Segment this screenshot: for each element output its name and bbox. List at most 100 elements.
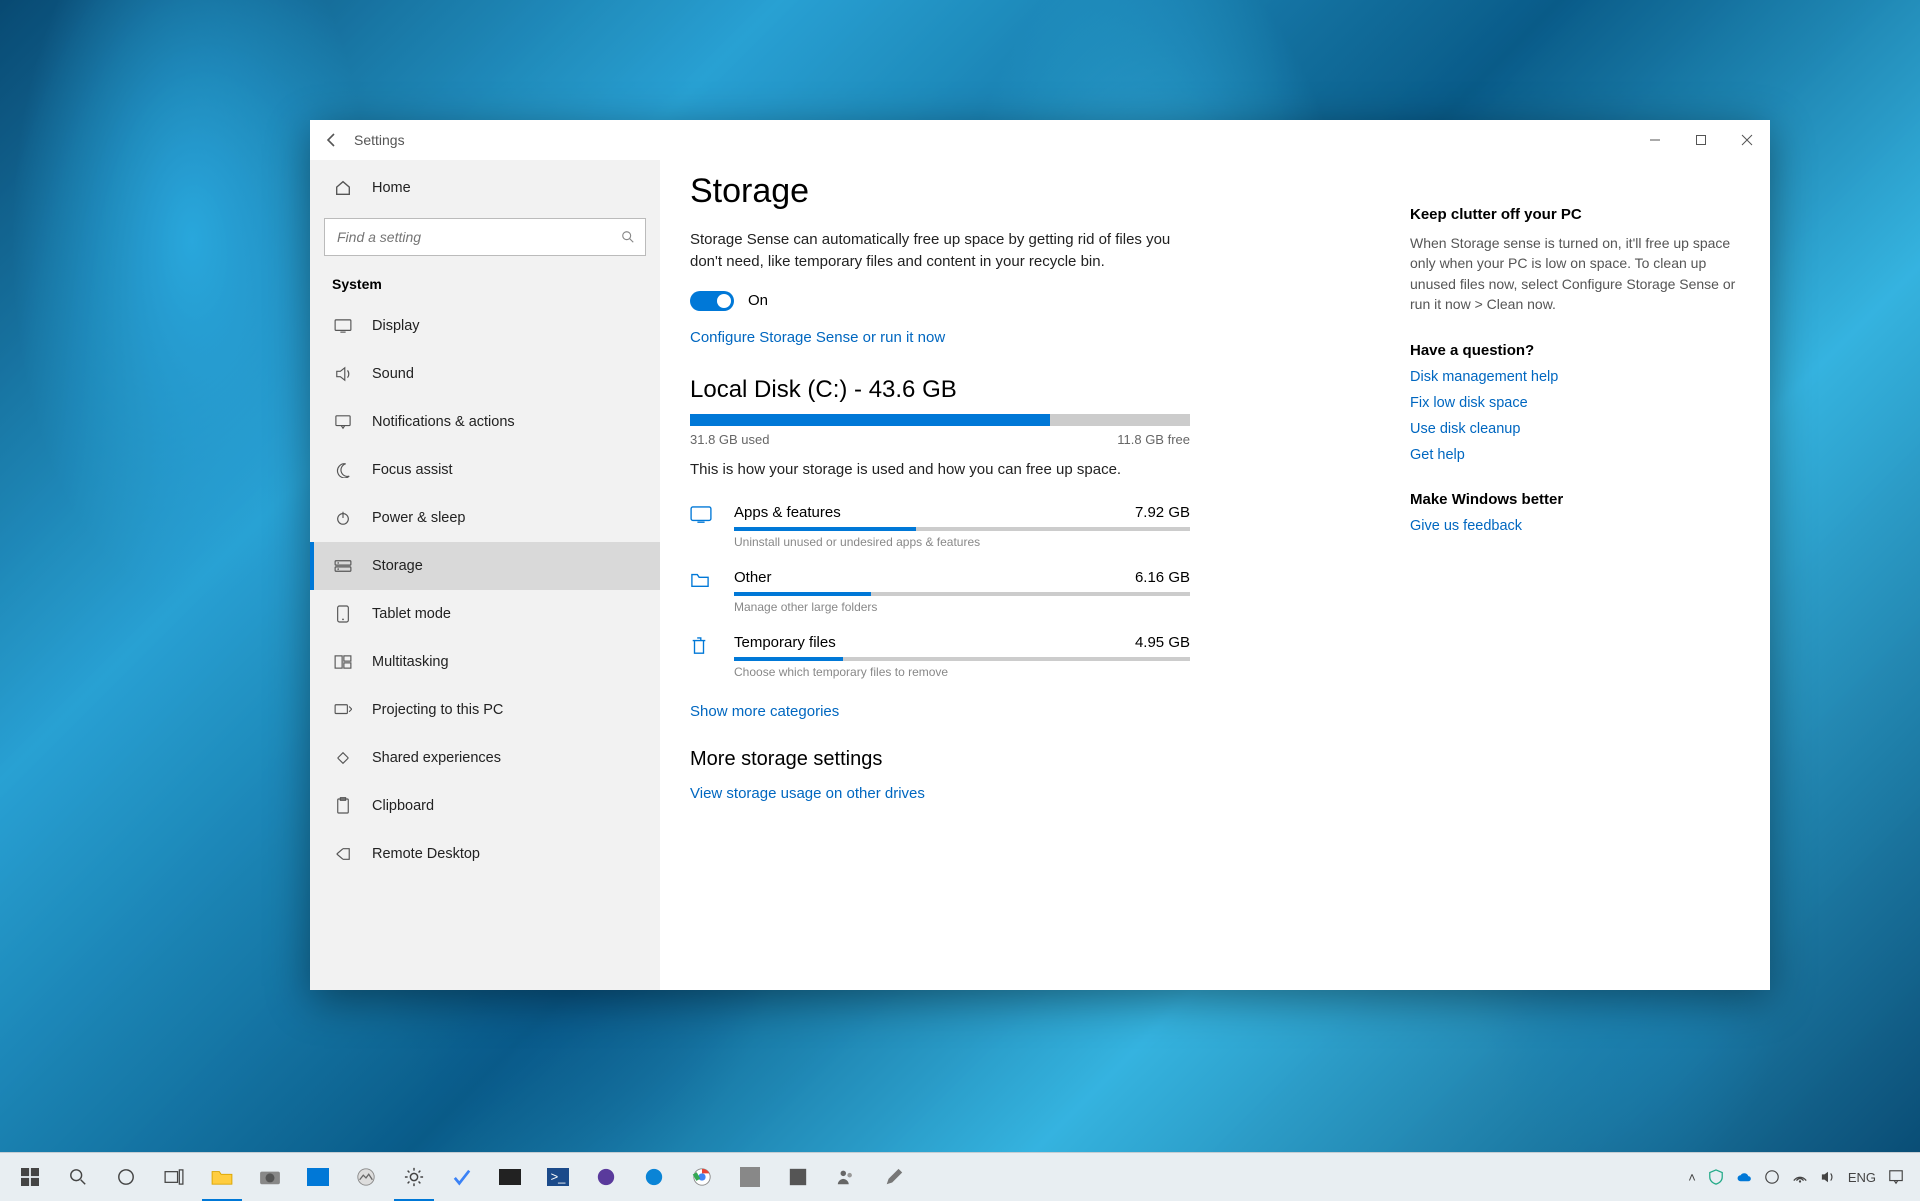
sidebar-item-storage[interactable]: Storage	[310, 542, 660, 590]
sidebar-home[interactable]: Home	[310, 164, 660, 212]
disk-used-label: 31.8 GB used	[690, 432, 770, 447]
search-input[interactable]	[335, 228, 621, 246]
category-bar	[734, 657, 1190, 661]
notifications-icon	[332, 411, 354, 433]
help-link-low-disk-space[interactable]: Fix low disk space	[1410, 395, 1740, 411]
taskbar-app[interactable]	[438, 1153, 486, 1201]
tray-chevron-up-icon[interactable]: ˄	[1688, 1170, 1696, 1185]
tray-action-center-icon[interactable]	[1888, 1169, 1904, 1185]
minimize-button[interactable]	[1632, 120, 1678, 160]
sidebar-category: System	[310, 270, 660, 302]
remote-icon	[332, 843, 354, 865]
category-bar	[734, 527, 1190, 531]
projecting-icon	[332, 699, 354, 721]
terminal-icon	[499, 1169, 521, 1185]
sidebar-item-projecting[interactable]: Projecting to this PC	[310, 686, 660, 734]
tray-security-icon[interactable]	[1708, 1169, 1724, 1185]
gear-icon	[404, 1167, 424, 1187]
category-size: 6.16 GB	[1135, 569, 1190, 586]
sound-icon	[332, 363, 354, 385]
taskbar-app-explorer[interactable]	[198, 1153, 246, 1201]
taskbar-app-terminal[interactable]	[486, 1153, 534, 1201]
feedback-link[interactable]: Give us feedback	[1410, 518, 1740, 534]
cortana-icon	[117, 1168, 135, 1186]
taskbar-app[interactable]	[294, 1153, 342, 1201]
taskbar-app[interactable]	[342, 1153, 390, 1201]
category-size: 7.92 GB	[1135, 504, 1190, 521]
sidebar-item-sound[interactable]: Sound	[310, 350, 660, 398]
sidebar-item-shared-experiences[interactable]: Shared experiences	[310, 734, 660, 782]
help-link-get-help[interactable]: Get help	[1410, 447, 1740, 463]
main-content: Storage Storage Sense can automatically …	[660, 160, 1410, 990]
taskbar-app[interactable]	[822, 1153, 870, 1201]
toggle-state-label: On	[748, 292, 768, 309]
search-icon	[69, 1168, 87, 1186]
taskbar-app-camera[interactable]	[246, 1153, 294, 1201]
storage-sense-description: Storage Sense can automatically free up …	[690, 229, 1190, 273]
clipboard-icon	[332, 795, 354, 817]
multitasking-icon	[332, 651, 354, 673]
category-temp[interactable]: Temporary files4.95 GB Choose which temp…	[690, 624, 1190, 689]
category-name: Apps & features	[734, 504, 841, 521]
sidebar-item-clipboard[interactable]: Clipboard	[310, 782, 660, 830]
configure-storage-sense-link[interactable]: Configure Storage Sense or run it now	[690, 329, 945, 346]
sidebar-item-focus-assist[interactable]: Focus assist	[310, 446, 660, 494]
help-link-disk-cleanup[interactable]: Use disk cleanup	[1410, 421, 1740, 437]
photos-icon	[356, 1167, 376, 1187]
taskbar: >_ ˄ ENG	[0, 1152, 1920, 1201]
taskbar-app[interactable]	[582, 1153, 630, 1201]
home-icon	[332, 177, 354, 199]
tray-onedrive-icon[interactable]	[1736, 1171, 1752, 1183]
sidebar-item-notifications[interactable]: Notifications & actions	[310, 398, 660, 446]
tray-volume-icon[interactable]	[1820, 1170, 1836, 1184]
sidebar-item-remote-desktop[interactable]: Remote Desktop	[310, 830, 660, 878]
page-heading: Storage	[690, 172, 1360, 211]
disk-heading: Local Disk (C:) - 43.6 GB	[690, 376, 1360, 404]
taskbar-app-edge[interactable]	[630, 1153, 678, 1201]
question-heading: Have a question?	[1410, 342, 1740, 359]
app-icon	[740, 1167, 760, 1187]
system-tray[interactable]: ˄ ENG	[1688, 1169, 1914, 1185]
sidebar-item-tablet-mode[interactable]: Tablet mode	[310, 590, 660, 638]
sidebar-item-power-sleep[interactable]: Power & sleep	[310, 494, 660, 542]
taskbar-app-chrome[interactable]	[678, 1153, 726, 1201]
tray-app-icon[interactable]	[1764, 1169, 1780, 1185]
maximize-button[interactable]	[1678, 120, 1724, 160]
sidebar-item-label: Remote Desktop	[372, 846, 480, 862]
task-view-button[interactable]	[150, 1153, 198, 1201]
sidebar-item-label: Display	[372, 318, 420, 334]
search-box[interactable]	[324, 218, 646, 256]
search-button[interactable]	[54, 1153, 102, 1201]
todo-icon	[453, 1167, 471, 1187]
back-button[interactable]	[310, 132, 354, 148]
taskbar-app[interactable]	[726, 1153, 774, 1201]
taskbar-app-powershell[interactable]: >_	[534, 1153, 582, 1201]
sidebar-item-label: Power & sleep	[372, 510, 466, 526]
taskbar-app[interactable]	[774, 1153, 822, 1201]
sidebar-item-display[interactable]: Display	[310, 302, 660, 350]
start-button[interactable]	[6, 1153, 54, 1201]
close-button[interactable]	[1724, 120, 1770, 160]
folder-icon	[690, 571, 716, 589]
sidebar-item-label: Clipboard	[372, 798, 434, 814]
cortana-button[interactable]	[102, 1153, 150, 1201]
view-other-drives-link[interactable]: View storage usage on other drives	[690, 785, 925, 802]
file-explorer-icon	[211, 1168, 233, 1186]
taskbar-app[interactable]	[870, 1153, 918, 1201]
sidebar-item-label: Tablet mode	[372, 606, 451, 622]
storage-sense-toggle[interactable]	[690, 291, 734, 311]
category-apps[interactable]: Apps & features7.92 GB Uninstall unused …	[690, 494, 1190, 559]
tray-network-icon[interactable]	[1792, 1169, 1808, 1185]
help-link-disk-management[interactable]: Disk management help	[1410, 369, 1740, 385]
sidebar-item-multitasking[interactable]: Multitasking	[310, 638, 660, 686]
task-view-icon	[164, 1169, 184, 1185]
category-other[interactable]: Other6.16 GB Manage other large folders	[690, 559, 1190, 624]
chrome-icon	[692, 1167, 712, 1187]
close-icon	[1741, 134, 1753, 146]
right-rail: Keep clutter off your PC When Storage se…	[1410, 160, 1770, 990]
shared-icon	[332, 747, 354, 769]
show-more-categories-link[interactable]: Show more categories	[690, 703, 839, 720]
category-name: Other	[734, 569, 772, 586]
taskbar-app-settings[interactable]	[390, 1153, 438, 1201]
tray-language[interactable]: ENG	[1848, 1170, 1876, 1185]
